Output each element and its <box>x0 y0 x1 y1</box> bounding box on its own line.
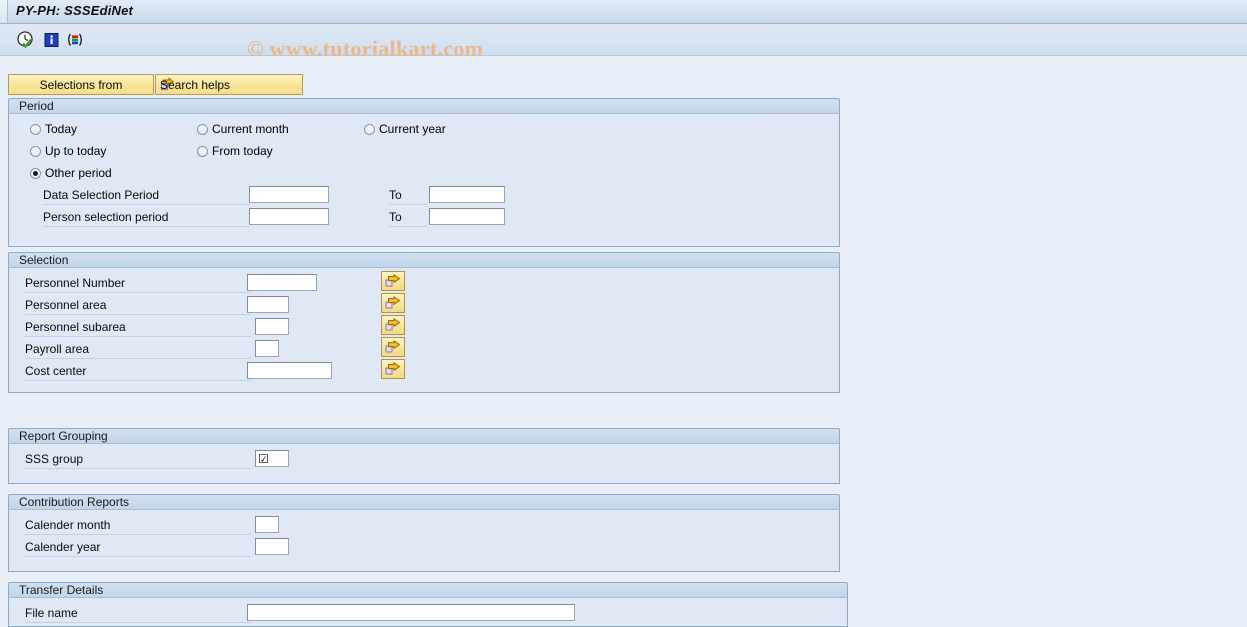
label-calender-month: Calender month <box>25 518 251 535</box>
label-cost-center: Cost center <box>25 364 251 381</box>
input-file-name[interactable] <box>247 604 575 621</box>
section-header-report-grouping: Report Grouping <box>8 428 840 444</box>
radio-up-to-today-label: Up to today <box>45 144 107 158</box>
input-cost-center[interactable] <box>247 362 332 379</box>
label-personnel-area: Personnel area <box>25 298 251 315</box>
multiple-selection-personnel-area[interactable] <box>381 293 405 313</box>
section-header-period: Period <box>8 98 840 114</box>
title-bar-left-cap <box>0 0 8 23</box>
window-title-bar: PY-PH: SSSEdiNet <box>0 0 1247 24</box>
label-person-selection-period-to: To <box>389 210 427 227</box>
section-body-contribution-reports: Calender month Calender year <box>8 510 840 572</box>
multiple-selection-cost-center[interactable] <box>381 359 405 379</box>
section-body-selection: Personnel Number Personnel area Personne… <box>8 268 840 393</box>
input-sss-group[interactable] <box>255 450 289 467</box>
radio-from-today-label: From today <box>212 144 273 158</box>
info-icon[interactable] <box>42 30 62 50</box>
radio-today[interactable]: Today <box>30 123 77 136</box>
watermark: © www.tutorialkart.com <box>247 36 484 61</box>
section-body-period: Today Current month Current year Up to t… <box>8 114 840 247</box>
input-personnel-area[interactable] <box>247 296 289 313</box>
label-personnel-subarea: Personnel subarea <box>25 320 251 337</box>
input-personnel-number[interactable] <box>247 274 317 291</box>
input-calender-year[interactable] <box>255 538 289 555</box>
get-variant-icon[interactable] <box>65 30 85 50</box>
label-sss-group: SSS group <box>25 452 251 469</box>
radio-from-today-dot <box>197 146 208 157</box>
section-header-contribution-reports: Contribution Reports <box>8 494 840 510</box>
radio-current-month[interactable]: Current month <box>197 123 289 136</box>
radio-other-period-label: Other period <box>45 166 112 180</box>
label-personnel-number: Personnel Number <box>25 276 251 293</box>
multiple-selection-personnel-number[interactable] <box>381 271 405 291</box>
tab-search-helps-label: Search helps <box>160 77 231 92</box>
section-body-report-grouping: SSS group <box>8 444 840 484</box>
radio-current-year[interactable]: Current year <box>364 123 446 136</box>
section-header-selection: Selection <box>8 252 840 268</box>
multiple-selection-payroll-area[interactable] <box>381 337 405 357</box>
label-data-selection-period-to: To <box>389 188 427 205</box>
radio-up-to-today[interactable]: Up to today <box>30 145 106 158</box>
radio-current-month-label: Current month <box>212 122 289 136</box>
input-data-selection-period-to[interactable] <box>429 186 505 203</box>
input-personnel-subarea[interactable] <box>255 318 289 335</box>
input-calender-month[interactable] <box>255 516 279 533</box>
radio-current-year-dot <box>364 124 375 135</box>
label-payroll-area: Payroll area <box>25 342 251 359</box>
label-person-selection-period: Person selection period <box>43 210 249 227</box>
radio-current-year-label: Current year <box>379 122 446 136</box>
tab-selections-from-label: Selections from <box>39 77 123 92</box>
label-calender-year: Calender year <box>25 540 251 557</box>
multiple-selection-personnel-subarea[interactable] <box>381 315 405 335</box>
label-data-selection-period: Data Selection Period <box>43 188 249 205</box>
radio-today-label: Today <box>45 122 78 136</box>
input-person-selection-period-from[interactable] <box>249 208 329 225</box>
radio-today-dot <box>30 124 41 135</box>
radio-up-to-today-dot <box>30 146 41 157</box>
application-toolbar <box>0 24 1247 56</box>
input-payroll-area[interactable] <box>255 340 279 357</box>
section-header-transfer-details: Transfer Details <box>8 582 848 598</box>
tab-selections-from[interactable]: Selections from <box>8 74 154 95</box>
input-data-selection-period-from[interactable] <box>249 186 329 203</box>
radio-from-today[interactable]: From today <box>197 145 273 158</box>
section-body-transfer-details: File name <box>8 598 848 627</box>
input-person-selection-period-to[interactable] <box>429 208 505 225</box>
label-file-name: File name <box>25 606 251 623</box>
tab-search-helps[interactable]: Search helps <box>155 74 303 95</box>
page-title: PY-PH: SSSEdiNet <box>16 3 134 18</box>
radio-current-month-dot <box>197 124 208 135</box>
radio-other-period-dot <box>30 168 41 179</box>
execute-clock-icon[interactable] <box>16 30 36 50</box>
radio-other-period[interactable]: Other period <box>30 167 112 180</box>
